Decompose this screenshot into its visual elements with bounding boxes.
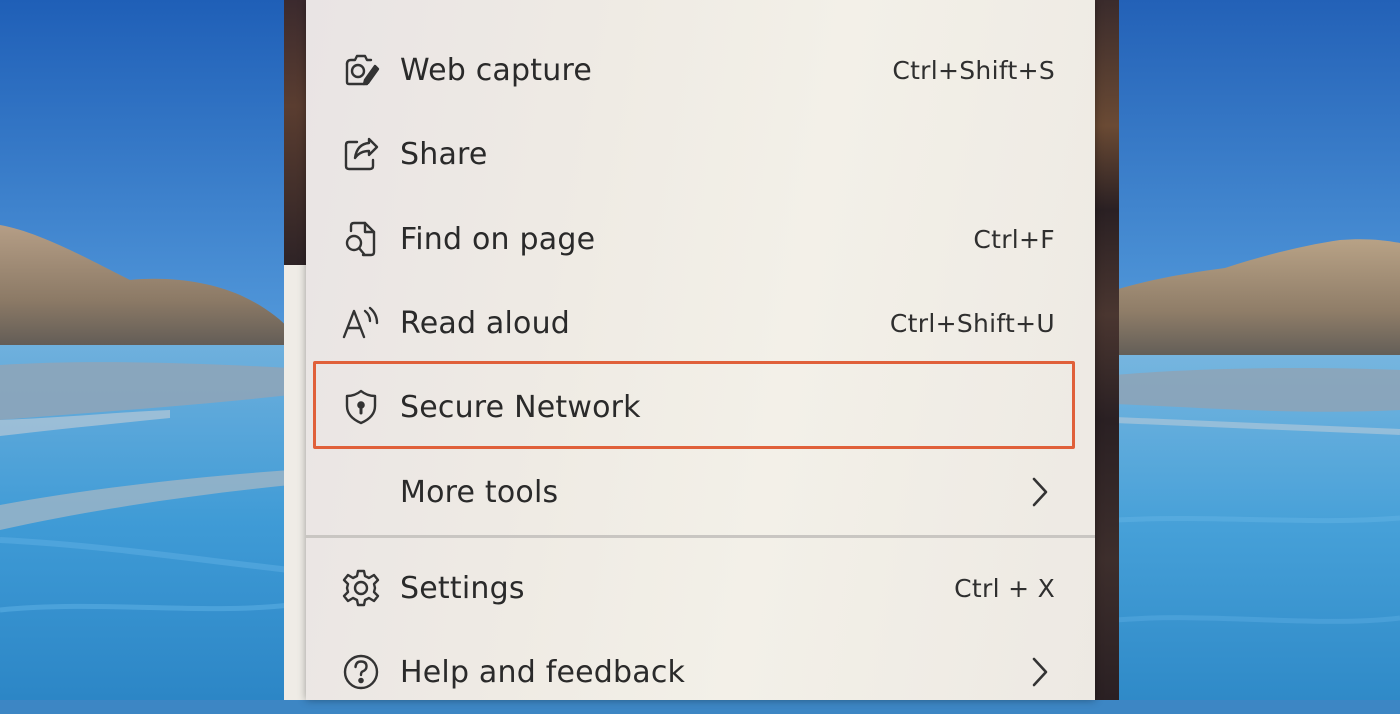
menu-item-read-aloud[interactable]: Read aloud Ctrl+Shift+U (306, 281, 1095, 365)
menu-item-label: Web capture (400, 52, 592, 88)
find-on-page-icon (340, 218, 382, 260)
desktop-wallpaper-right (1115, 0, 1400, 700)
menu-item-label: Secure Network (400, 389, 641, 425)
menu-item-share[interactable]: Share (306, 112, 1095, 196)
gear-icon (340, 567, 382, 609)
menu-item-label: Share (400, 136, 488, 172)
menu-item-label: Read aloud (400, 305, 571, 341)
browser-page-edge-left (284, 0, 308, 265)
question-circle-icon (340, 651, 382, 693)
menu-item-label: Settings (400, 570, 525, 606)
menu-item-label: Find on page (400, 221, 596, 257)
menu-item-label: More tools (400, 474, 559, 510)
browser-page-edge-left-lower (284, 265, 308, 700)
shield-keyhole-icon (340, 386, 382, 428)
read-aloud-icon (340, 302, 382, 344)
desktop-wallpaper-left (0, 0, 290, 700)
keyboard-shortcut: Ctrl + X (954, 573, 1055, 603)
menu-item-find-on-page[interactable]: Find on page Ctrl+F (306, 197, 1095, 281)
menu-item-help-and-feedback[interactable]: Help and feedback (306, 630, 1095, 714)
browser-page-edge-right (1095, 0, 1119, 700)
menu-item-secure-network[interactable]: Secure Network (306, 365, 1095, 449)
share-icon (340, 133, 382, 175)
keyboard-shortcut: Ctrl+F (973, 224, 1055, 254)
keyboard-shortcut: Ctrl+Shift+U (889, 308, 1055, 338)
keyboard-shortcut: Ctrl+Shift+S (892, 55, 1055, 85)
chevron-right-icon (1032, 657, 1048, 687)
browser-settings-menu: Web capture Ctrl+Shift+S Share Find on p… (306, 0, 1095, 700)
menu-item-more-tools[interactable]: More tools (306, 450, 1095, 534)
menu-item-web-capture[interactable]: Web capture Ctrl+Shift+S (306, 28, 1095, 112)
menu-item-label: Help and feedback (400, 654, 686, 690)
menu-item-settings[interactable]: Settings Ctrl + X (306, 546, 1095, 630)
menu-divider (306, 535, 1095, 538)
chevron-right-icon (1032, 477, 1048, 507)
web-capture-icon (340, 49, 382, 91)
